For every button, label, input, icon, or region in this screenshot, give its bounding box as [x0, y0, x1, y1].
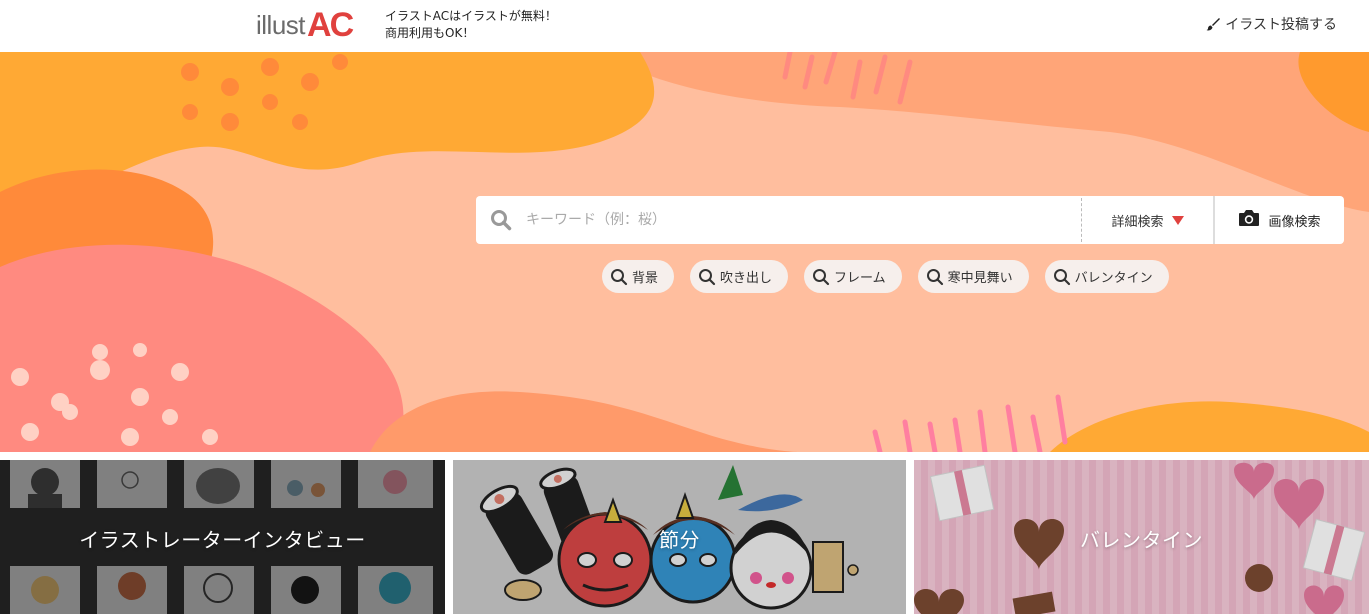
feature-banners: イラストレーターインタビュー 節分 バレンタイン	[0, 460, 1369, 614]
camera-icon	[1238, 209, 1260, 231]
tag-item[interactable]: バレンタイン	[1044, 260, 1169, 293]
banner-setsubun[interactable]: 節分	[453, 460, 906, 614]
tag-label: 背景	[632, 271, 659, 286]
search-input[interactable]	[526, 196, 1081, 244]
post-illustration-link[interactable]: イラスト投稿する	[1206, 14, 1337, 34]
hero-section: 詳細検索 画像検索 背景 吹き出し フレーム	[0, 52, 1369, 452]
tag-label: 吹き出し	[720, 271, 773, 286]
site-header: illust AC イラストACはイラストが無料！ 商用利用もOK！ イラスト投…	[0, 0, 1369, 52]
tag-item[interactable]: 背景	[602, 260, 675, 293]
tag-label: フレーム	[834, 271, 886, 286]
caret-down-icon	[1171, 215, 1184, 225]
tag-label: バレンタイン	[1074, 271, 1153, 286]
search-icon	[926, 268, 944, 286]
brush-icon	[1206, 17, 1221, 31]
banner-label: バレンタイン	[1080, 528, 1203, 552]
advanced-search-button[interactable]: 詳細検索	[1081, 198, 1213, 242]
post-link-label: イラスト投稿する	[1225, 17, 1337, 33]
logo-accent: AC	[307, 6, 354, 44]
popular-tags: 背景 吹き出し フレーム 寒中見舞い バレンタイン	[602, 260, 1169, 293]
banner-illustrator-interview[interactable]: イラストレーターインタビュー	[0, 460, 445, 614]
search-icon	[698, 268, 716, 286]
search-icon	[812, 268, 830, 286]
tag-item[interactable]: フレーム	[804, 260, 902, 293]
advanced-search-label: 詳細検索	[1111, 214, 1164, 230]
image-search-label: 画像検索	[1268, 214, 1321, 230]
tag-item[interactable]: 吹き出し	[690, 260, 789, 293]
search-icon	[610, 268, 628, 286]
site-tagline: イラストACはイラストが無料！ 商用利用もOK！	[385, 8, 557, 42]
search-icon	[1053, 268, 1071, 286]
search-icon[interactable]	[476, 196, 526, 244]
tagline-line-2: 商用利用もOK！	[385, 26, 475, 40]
hero-background	[0, 52, 1369, 452]
banner-label: 節分	[659, 528, 700, 552]
banner-label: イラストレーターインタビュー	[79, 528, 366, 552]
logo-text: illust	[256, 10, 306, 40]
banner-valentine[interactable]: バレンタイン	[914, 460, 1369, 614]
search-bar: 詳細検索 画像検索	[476, 196, 1344, 244]
site-logo[interactable]: illust AC	[256, 6, 354, 44]
tag-label: 寒中見舞い	[947, 271, 1013, 286]
tag-item[interactable]: 寒中見舞い	[917, 260, 1029, 293]
image-search-button[interactable]: 画像検索	[1213, 196, 1344, 244]
tagline-line-1: イラストACはイラストが無料！	[385, 9, 557, 23]
